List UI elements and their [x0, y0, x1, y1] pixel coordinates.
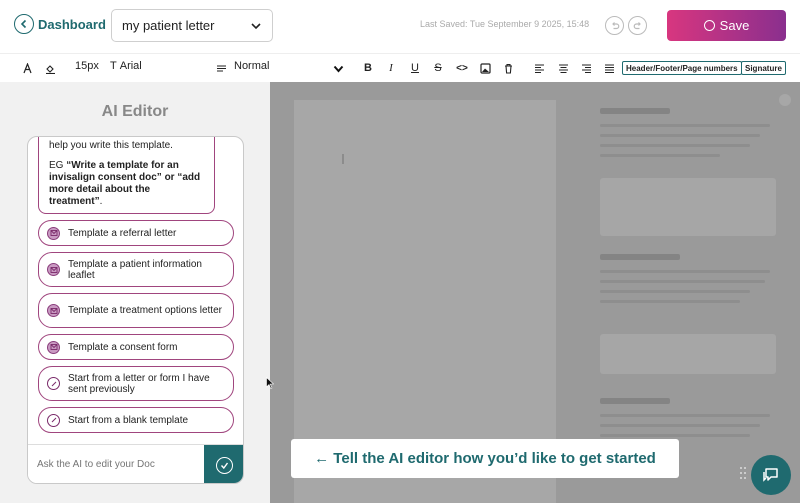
text-color-icon[interactable]: [19, 60, 35, 76]
ai-prompt-input[interactable]: [37, 459, 197, 470]
slash-circle-icon: [47, 413, 60, 427]
suggestion-consent-form[interactable]: Template a consent form: [38, 334, 234, 360]
template-icon: [47, 340, 60, 354]
undo-icon[interactable]: [605, 16, 624, 35]
top-bar: Dashboard my patient letter Last Saved: …: [0, 0, 800, 52]
panel-text: [600, 134, 760, 137]
suggestion-label: Template a treatment options letter: [68, 305, 222, 316]
panel-text: [600, 290, 750, 293]
ai-editor-title: AI Editor: [101, 103, 169, 120]
suggestion-blank-template[interactable]: Start from a blank template: [38, 407, 234, 433]
align-right-icon[interactable]: [578, 60, 594, 76]
panel-heading: [600, 254, 680, 260]
panel-heading: [600, 108, 670, 114]
font-family-label: Arial: [119, 60, 142, 72]
suggestion-patient-leaflet[interactable]: Template a patient information leaflet: [38, 252, 234, 287]
panel-text: [600, 144, 750, 147]
panel-text: [600, 124, 770, 127]
panel-card: [600, 178, 776, 236]
italic-button[interactable]: I: [383, 60, 399, 76]
font-size-select[interactable]: 15px: [75, 60, 99, 72]
example-quote: “Write a template for an invisalign cons…: [49, 160, 201, 207]
signature-button[interactable]: Signature: [741, 61, 786, 75]
back-icon[interactable]: [14, 14, 34, 34]
example-suffix: .: [99, 196, 103, 207]
redo-icon[interactable]: [628, 16, 647, 35]
template-icon: [47, 226, 60, 240]
underline-button[interactable]: U: [407, 60, 423, 76]
close-icon[interactable]: [779, 94, 791, 106]
suggestion-referral-letter[interactable]: Template a referral letter: [38, 220, 234, 246]
highlight-icon[interactable]: [42, 60, 58, 76]
ai-input-row: [28, 444, 243, 483]
chat-support-button[interactable]: [751, 455, 791, 495]
image-icon[interactable]: [477, 60, 493, 76]
align-left-icon[interactable]: [531, 60, 547, 76]
suggestion-previous-letter[interactable]: Start from a letter or form I have sent …: [38, 366, 234, 401]
check-icon: [216, 457, 233, 474]
code-button[interactable]: <>: [454, 60, 470, 76]
example-prefix: EG: [49, 160, 67, 171]
panel-text: [600, 154, 720, 157]
document-name: my patient letter: [122, 18, 215, 33]
slash-circle-icon: [47, 377, 60, 390]
align-justify-icon[interactable]: [601, 60, 617, 76]
paragraph-icon: [213, 60, 229, 76]
font-family-select[interactable]: T Arial: [110, 60, 142, 72]
panel-text: [600, 424, 760, 427]
send-button[interactable]: [204, 445, 243, 483]
save-button[interactable]: Save: [667, 10, 786, 41]
paragraph-style-select[interactable]: Normal: [234, 60, 269, 72]
suggestion-label: Template a referral letter: [68, 227, 177, 239]
chevron-down-icon: [251, 22, 261, 29]
formatting-toolbar: 15px T Arial Normal B I U S <> Header/Fo…: [0, 53, 800, 82]
suggestion-treatment-options[interactable]: Template a treatment options letter: [38, 293, 234, 328]
template-icon: [47, 304, 60, 317]
panel-text: [600, 300, 740, 303]
panel-text: [600, 434, 750, 437]
panel-text: [600, 414, 770, 417]
chevron-down-icon[interactable]: [330, 60, 346, 76]
mouse-pointer-icon: [266, 376, 275, 389]
ai-chat-panel: help you write this template. EG “Write …: [27, 136, 244, 484]
text-cursor: [342, 154, 344, 164]
font-family-icon: T: [110, 60, 117, 72]
header-footer-button[interactable]: Header/Footer/Page numbers: [622, 61, 742, 75]
panel-text: [600, 270, 770, 273]
dashboard-link[interactable]: Dashboard: [38, 17, 106, 32]
chat-icon: [763, 468, 778, 482]
save-label: Save: [719, 18, 750, 33]
bold-button[interactable]: B: [360, 60, 376, 76]
intro-line: help you write this template.: [49, 140, 173, 151]
panel-heading: [600, 398, 670, 404]
suggestion-label: Template a consent form: [68, 341, 178, 353]
panel-card: [600, 334, 776, 374]
panel-text: [600, 280, 765, 283]
last-saved-text: Last Saved: Tue September 9 2025, 15:48: [420, 19, 590, 29]
drag-handle-icon[interactable]: [740, 467, 748, 481]
template-icon: [47, 263, 60, 276]
strikethrough-button[interactable]: S: [430, 60, 446, 76]
get-started-tip: ← Tell the AI editor how you’d like to g…: [291, 439, 679, 478]
suggestion-label: Start from a letter or form I have sent …: [68, 372, 210, 395]
save-icon: [703, 20, 715, 31]
align-center-icon[interactable]: [555, 60, 571, 76]
example-text: EG “Write a template for an invisalign c…: [49, 160, 204, 208]
suggestion-label: Template a patient information leaflet: [68, 258, 202, 281]
document-select[interactable]: my patient letter: [111, 9, 273, 42]
ai-editor-sidebar: AI Editor help you write this template. …: [0, 82, 270, 503]
ai-intro-message: help you write this template. EG “Write …: [38, 137, 215, 214]
suggestion-label: Start from a blank template: [68, 414, 189, 426]
trash-icon[interactable]: [500, 60, 516, 76]
